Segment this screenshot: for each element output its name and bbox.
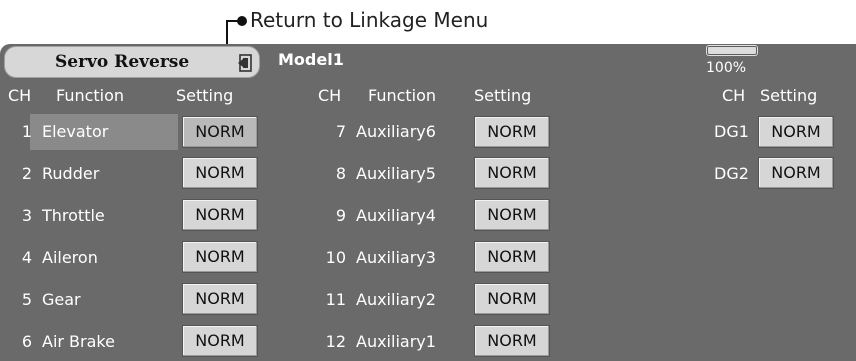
ch-12: 12 <box>325 332 346 351</box>
ch-dg1: DG1 <box>714 122 749 141</box>
battery-percent: 100% <box>706 60 747 76</box>
function-4: Aileron <box>42 248 98 267</box>
setting-button-dg1[interactable]: NORM <box>758 116 834 148</box>
setting-button-ch7[interactable]: NORM <box>474 116 550 148</box>
function-3: Throttle <box>42 206 105 225</box>
setting-button-ch6[interactable]: NORM <box>182 325 258 357</box>
setting-button-ch11[interactable]: NORM <box>474 283 550 315</box>
header-setting-right: Setting <box>760 86 818 105</box>
header-function-left: Function <box>56 86 125 105</box>
battery-icon <box>706 45 760 57</box>
setting-button-ch4[interactable]: NORM <box>182 241 258 273</box>
ch-8: 8 <box>335 164 346 183</box>
function-9: Auxiliary4 <box>356 206 436 225</box>
setting-button-dg2[interactable]: NORM <box>758 157 834 189</box>
function-12: Auxiliary1 <box>356 332 436 351</box>
function-11: Auxiliary2 <box>356 290 436 309</box>
header-setting-left: Setting <box>176 86 234 105</box>
ch-5: 5 <box>21 290 32 309</box>
ch-6: 6 <box>21 332 32 351</box>
header-ch-right: CH <box>722 86 746 105</box>
setting-button-ch3[interactable]: NORM <box>182 199 258 231</box>
setting-button-ch8[interactable]: NORM <box>474 157 550 189</box>
ch-7: 7 <box>335 122 346 141</box>
setting-button-ch12[interactable]: NORM <box>474 325 550 357</box>
ch-2: 2 <box>21 164 32 183</box>
setting-button-ch9[interactable]: NORM <box>474 199 550 231</box>
ch-dg2: DG2 <box>714 164 749 183</box>
setting-button-ch5[interactable]: NORM <box>182 283 258 315</box>
function-5: Gear <box>42 290 81 309</box>
callout-dot <box>237 16 247 26</box>
return-icon <box>238 54 252 72</box>
function-2: Rudder <box>42 164 100 183</box>
function-10: Auxiliary3 <box>356 248 436 267</box>
header-function-middle: Function <box>368 86 437 105</box>
function-7: Auxiliary6 <box>356 122 436 141</box>
ch-9: 9 <box>335 206 346 225</box>
return-to-linkage-menu-button[interactable]: Servo Reverse <box>4 46 260 78</box>
model-name: Model1 <box>278 50 344 69</box>
callout-line <box>226 20 228 46</box>
ch-3: 3 <box>21 206 32 225</box>
ch-11: 11 <box>325 290 346 309</box>
function-8: Auxiliary5 <box>356 164 436 183</box>
setting-button-ch1[interactable]: NORM <box>182 116 258 148</box>
ch-1: 1 <box>21 122 32 141</box>
function-6: Air Brake <box>42 332 115 351</box>
servo-reverse-screen: Servo Reverse Model1 100% CH Function Se… <box>0 44 856 361</box>
header-ch-left: CH <box>8 86 32 105</box>
setting-button-ch10[interactable]: NORM <box>474 241 550 273</box>
header-setting-middle: Setting <box>474 86 532 105</box>
header-ch-middle: CH <box>318 86 342 105</box>
battery-fill <box>708 47 756 54</box>
page-title: Servo Reverse <box>55 52 190 72</box>
setting-button-ch2[interactable]: NORM <box>182 157 258 189</box>
ch-10: 10 <box>325 248 346 267</box>
ch-4: 4 <box>21 248 32 267</box>
function-1: Elevator <box>42 122 109 141</box>
callout-text: Return to Linkage Menu <box>250 8 489 32</box>
